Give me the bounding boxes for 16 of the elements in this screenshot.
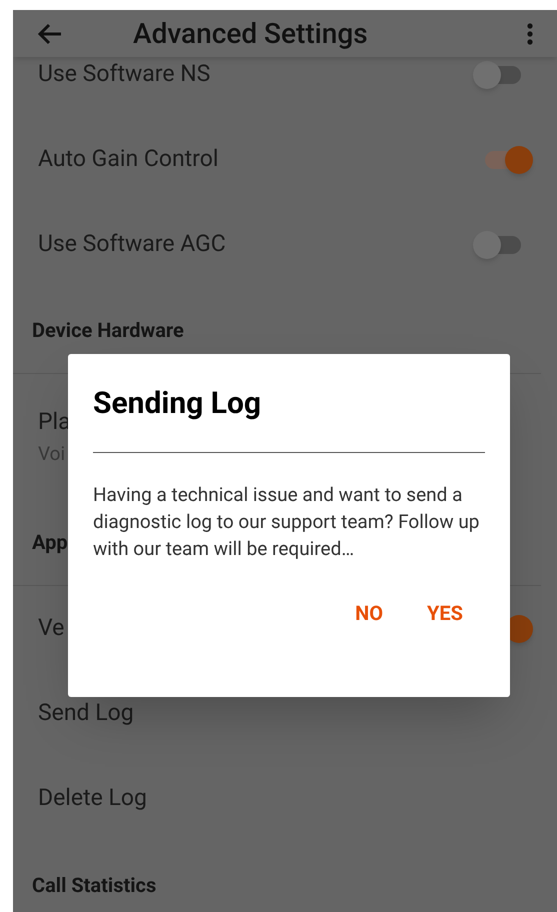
setting-label[interactable]: Delete Log <box>38 781 147 816</box>
section-heading: Call Statistics <box>32 872 156 899</box>
dialog-button[interactable]: NO <box>353 598 386 628</box>
dialog-title: Sending Log <box>93 384 485 453</box>
section-heading: App <box>32 529 68 556</box>
setting-label: Use Software AGC <box>38 229 226 260</box>
setting-label: Ve <box>38 613 64 644</box>
more-menu-icon[interactable] <box>527 22 533 44</box>
dialog-message: Having a technical issue and want to send a diagnostic log to our support team? Follow up with our team will be required… <box>93 482 480 562</box>
back-arrow-icon[interactable] <box>37 22 63 44</box>
page-title: Advanced Settings <box>133 16 369 52</box>
setting-label: Auto Gain Control <box>38 144 218 174</box>
setting-label[interactable]: Send Log <box>38 696 134 731</box>
dialog-button[interactable]: YES <box>425 598 465 628</box>
setting-label: Use Software NS <box>38 59 210 90</box>
section-heading: Device Hardware <box>32 317 184 344</box>
